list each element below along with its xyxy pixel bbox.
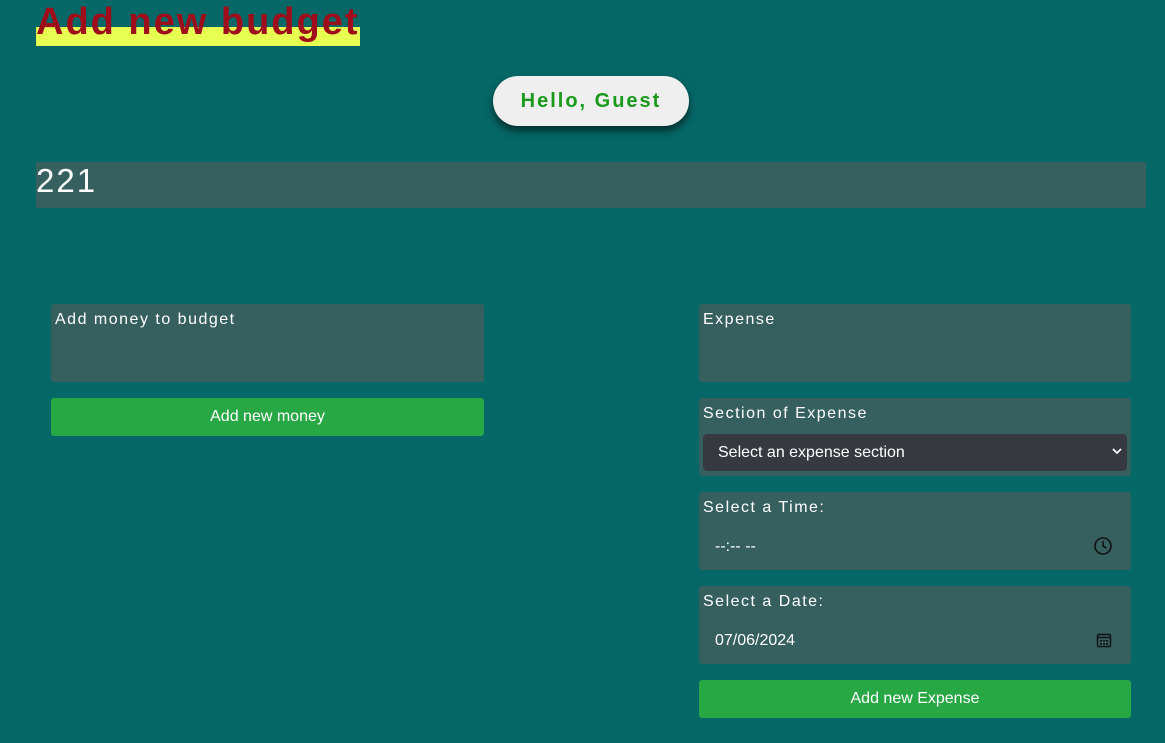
- expense-label: Expense: [703, 311, 776, 328]
- expense-field[interactable]: Expense: [699, 304, 1131, 382]
- add-new-expense-label: Add new Expense: [850, 690, 980, 707]
- expense-section-select[interactable]: Select an expense section: [703, 434, 1127, 471]
- date-group: Select a Date: 07/06/2024: [699, 586, 1131, 664]
- add-new-money-label: Add new money: [210, 408, 325, 425]
- add-money-field[interactable]: Add money to budget: [51, 304, 484, 382]
- expense-section-selected: Select an expense section: [718, 443, 905, 461]
- time-group: Select a Time: --:-- --: [699, 492, 1131, 570]
- budget-total-bar: 221: [36, 162, 1146, 208]
- add-new-money-button[interactable]: Add new money: [51, 398, 484, 436]
- budget-total-value: 221: [36, 162, 98, 199]
- add-new-expense-button[interactable]: Add new Expense: [699, 680, 1131, 718]
- expense-section-label: Section of Expense: [703, 405, 868, 422]
- greeting-label: Hello, Guest: [520, 89, 662, 112]
- time-input[interactable]: --:-- --: [715, 538, 756, 556]
- greeting-button[interactable]: Hello, Guest: [493, 76, 689, 126]
- time-label: Select a Time:: [703, 499, 826, 516]
- chevron-down-icon: [1112, 448, 1122, 455]
- date-input[interactable]: 07/06/2024: [715, 632, 795, 650]
- expense-section-group: Section of Expense Select an expense sec…: [699, 398, 1131, 476]
- page-title: Add new budget: [36, 0, 360, 46]
- calendar-icon[interactable]: [1096, 632, 1112, 648]
- date-label: Select a Date:: [703, 593, 825, 610]
- add-money-label: Add money to budget: [55, 311, 236, 328]
- clock-icon[interactable]: [1093, 536, 1113, 556]
